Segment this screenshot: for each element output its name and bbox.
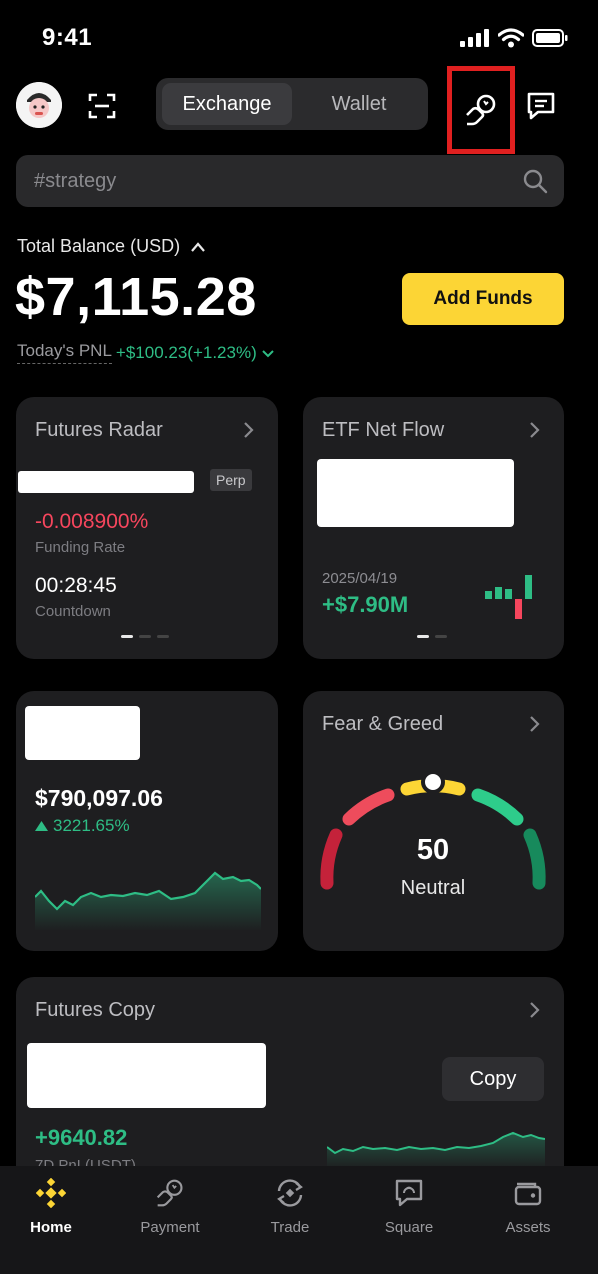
redacted-content <box>317 459 514 527</box>
wifi-icon <box>498 28 524 48</box>
page-dot <box>139 635 151 638</box>
tab-label: Assets <box>505 1219 551 1236</box>
futures-copy-pnl-label: 7D PnL(USDT) <box>35 1157 136 1166</box>
countdown-label: Countdown <box>35 603 111 620</box>
chevron-right-icon[interactable] <box>528 419 542 441</box>
card-title: Futures Copy <box>35 999 156 1021</box>
chevron-up-icon[interactable] <box>190 241 206 253</box>
battery-icon <box>532 29 568 47</box>
payment-hand-icon <box>466 94 496 126</box>
payment-icon <box>156 1179 183 1207</box>
etf-mini-bars <box>485 575 532 619</box>
page-indicator <box>417 635 447 638</box>
page-dot <box>417 635 429 638</box>
avatar-face-icon <box>16 82 62 128</box>
chevron-right-icon[interactable] <box>528 999 542 1021</box>
portfolio-change-value: 3221.65% <box>53 816 130 835</box>
page-indicator <box>121 635 169 638</box>
etf-net-flow-card[interactable]: ETF Net Flow 2025/04/19 +$7.90M <box>303 397 564 659</box>
bottom-tab-bar: Home Payment Trade Square Assets <box>0 1166 598 1274</box>
chevron-right-icon[interactable] <box>528 713 542 735</box>
fear-greed-label: Neutral <box>400 877 466 899</box>
tab-exchange[interactable]: Exchange <box>162 83 292 125</box>
balance-label[interactable]: Total Balance (USD) <box>17 236 206 257</box>
signal-icon <box>460 29 489 47</box>
tab-trade[interactable]: Trade <box>240 1176 340 1236</box>
search-bar[interactable]: #strategy <box>16 155 564 207</box>
pnl-value: +$100.23(+1.23%) <box>115 342 257 362</box>
fear-greed-card[interactable]: Fear & Greed 50 Neutral <box>303 691 564 951</box>
binance-logo-icon <box>36 1178 66 1208</box>
triangle-up-icon <box>35 821 48 831</box>
square-icon <box>395 1179 423 1207</box>
card-title: Futures Radar <box>35 419 163 441</box>
futures-copy-pnl: +9640.82 <box>35 1125 128 1150</box>
countdown-value: 00:28:45 <box>35 574 117 597</box>
tab-label: Trade <box>270 1219 310 1236</box>
status-time: 9:41 <box>42 24 93 51</box>
chevron-down-icon[interactable] <box>261 348 275 358</box>
tab-label: Home <box>30 1219 72 1236</box>
redacted-symbol <box>18 471 194 493</box>
balance-label-text: Total Balance (USD) <box>17 236 181 256</box>
wallet-icon <box>514 1182 542 1206</box>
portfolio-change: 3221.65% <box>35 816 130 836</box>
tab-wallet[interactable]: Wallet <box>296 83 422 125</box>
fear-greed-value: 50 <box>416 834 450 866</box>
page-dot <box>121 635 133 638</box>
message-icon[interactable] <box>526 91 556 121</box>
total-balance: $7,115.28 <box>15 267 257 327</box>
tab-label: Payment <box>140 1219 200 1236</box>
futures-copy-sparkline <box>327 1131 545 1166</box>
tab-home[interactable]: Home <box>1 1176 101 1236</box>
exchange-wallet-switch: Exchange Wallet <box>156 78 428 130</box>
redacted-trader <box>27 1043 266 1108</box>
page-dot <box>435 635 447 638</box>
card-title: Fear & Greed <box>322 713 444 735</box>
search-input[interactable]: #strategy <box>34 170 116 193</box>
copy-button[interactable]: Copy <box>442 1057 544 1101</box>
status-icons <box>460 28 568 48</box>
chevron-right-icon[interactable] <box>242 419 256 441</box>
payment-shortcut-button[interactable] <box>447 66 515 154</box>
trade-icon <box>277 1179 303 1207</box>
etf-value: +$7.90M <box>322 592 409 617</box>
avatar[interactable] <box>16 82 62 128</box>
perp-badge: Perp <box>210 469 252 491</box>
tab-payment[interactable]: Payment <box>120 1176 220 1236</box>
portfolio-card[interactable]: $790,097.06 3221.65% <box>16 691 278 951</box>
add-funds-button[interactable]: Add Funds <box>402 273 564 325</box>
top-header: Exchange Wallet <box>0 66 598 154</box>
portfolio-value: $790,097.06 <box>35 785 163 811</box>
pnl-label: Today's PNL <box>17 341 112 364</box>
tab-assets[interactable]: Assets <box>478 1176 578 1236</box>
funding-rate-label: Funding Rate <box>35 539 126 556</box>
scan-icon[interactable] <box>88 92 116 120</box>
tab-label: Square <box>384 1219 434 1236</box>
funding-rate-value: -0.008900% <box>35 510 149 533</box>
page-dot <box>157 635 169 638</box>
portfolio-sparkline <box>35 871 261 931</box>
todays-pnl[interactable]: Today's PNL +$100.23(+1.23%) <box>17 341 275 364</box>
redacted-title <box>25 706 140 760</box>
etf-date: 2025/04/19 <box>322 570 398 587</box>
card-title: ETF Net Flow <box>322 419 445 441</box>
search-icon[interactable] <box>522 168 548 194</box>
futures-copy-card[interactable]: Futures Copy Copy +9640.82 7D PnL(USDT) <box>16 977 564 1166</box>
tab-square[interactable]: Square <box>359 1176 459 1236</box>
futures-radar-card[interactable]: Futures Radar Perp -0.008900% Funding Ra… <box>16 397 278 659</box>
status-bar: 9:41 <box>0 0 598 70</box>
